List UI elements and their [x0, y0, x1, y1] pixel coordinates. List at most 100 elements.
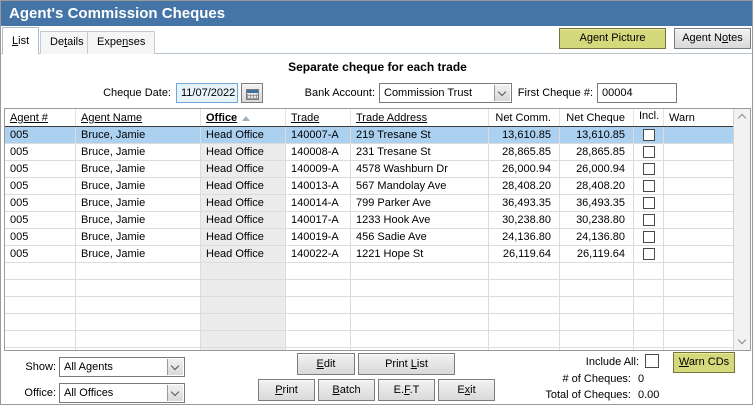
cheques-table: Agent # Agent Name Office Trade Trade Addres…: [4, 108, 751, 351]
show-select[interactable]: All Agents: [59, 357, 185, 377]
cell-agent: 005: [5, 246, 76, 262]
cell-net_comm: [489, 314, 560, 330]
cell-agent: 005: [5, 161, 76, 177]
cell-net_cheque: [560, 314, 634, 330]
cell-net_comm: [489, 348, 560, 350]
cell-trade: [286, 297, 351, 313]
exit-button[interactable]: Exit: [438, 379, 495, 401]
tab-list[interactable]: List: [2, 27, 40, 54]
vertical-scrollbar[interactable]: [733, 109, 750, 350]
scroll-down-button[interactable]: [734, 334, 750, 350]
cell-agent: 005: [5, 127, 76, 143]
cell-trade: [286, 263, 351, 279]
first-cheque-input[interactable]: 00004: [597, 83, 677, 103]
show-value: All Agents: [64, 361, 113, 373]
cell-net_comm: 36,493.35: [489, 195, 560, 211]
cheque-date-input[interactable]: 11/07/2022: [176, 83, 238, 103]
table-row[interactable]: 005 Bruce, Jamie Head Office 140019-A 456 Sa…: [5, 229, 733, 246]
office-filter-label: Office:: [24, 387, 56, 399]
cell-incl: [634, 314, 664, 330]
scroll-down-icon: [737, 335, 747, 345]
cell-agent: [5, 297, 76, 313]
column-header-trade[interactable]: Trade: [286, 109, 351, 126]
bank-account-dropdown-button[interactable]: [494, 85, 510, 101]
table-row[interactable]: 005 Bruce, Jamie Head Office 140013-A 567 Ma…: [5, 178, 733, 195]
bank-account-select[interactable]: Commission Trust: [379, 83, 512, 103]
edit-button[interactable]: Edit: [297, 353, 355, 375]
column-header-agent[interactable]: Agent #: [5, 109, 76, 126]
cell-net_comm: 28,865.85: [489, 144, 560, 160]
office-value: All Offices: [64, 387, 114, 399]
cell-name: [76, 263, 201, 279]
table-row[interactable]: 005 Bruce, Jamie Head Office 140008-A 231 Tr…: [5, 144, 733, 161]
cell-trade: [286, 314, 351, 330]
show-dropdown-button[interactable]: [167, 359, 183, 375]
cell-address: 799 Parker Ave: [351, 195, 489, 211]
cell-office: [201, 297, 286, 313]
table-row[interactable]: 005 Bruce, Jamie Head Office 140009-A 4578 W…: [5, 161, 733, 178]
cell-address: 456 Sadie Ave: [351, 229, 489, 245]
cell-incl: [634, 331, 664, 347]
cell-name: Bruce, Jamie: [76, 212, 201, 228]
chevron-down-icon: [170, 361, 180, 371]
incl-checkbox[interactable]: [643, 231, 655, 243]
cell-name: [76, 331, 201, 347]
warn-cds-button[interactable]: Warn CDs: [673, 352, 735, 373]
cell-agent: 005: [5, 144, 76, 160]
agent-notes-button[interactable]: Agent Notes: [674, 28, 751, 49]
agent-picture-button[interactable]: Agent Picture: [559, 28, 666, 49]
table-row[interactable]: 005 Bruce, Jamie Head Office 140014-A 799 Pa…: [5, 195, 733, 212]
empty-table-row: [5, 348, 733, 350]
empty-table-row: [5, 314, 733, 331]
cell-incl: [634, 263, 664, 279]
cell-agent: [5, 280, 76, 296]
cell-name: Bruce, Jamie: [76, 229, 201, 245]
cell-agent: [5, 348, 76, 350]
cell-address: 1221 Hope St: [351, 246, 489, 262]
include-all-checkbox[interactable]: [645, 354, 659, 368]
cell-name: Bruce, Jamie: [76, 161, 201, 177]
cell-incl: [634, 178, 664, 194]
cell-warn: [664, 195, 733, 211]
batch-button[interactable]: Batch: [318, 379, 375, 401]
cell-warn: [664, 348, 733, 350]
incl-checkbox[interactable]: [643, 197, 655, 209]
column-header-office[interactable]: Office: [201, 109, 286, 126]
print-button[interactable]: Print: [258, 379, 315, 401]
cell-address: 219 Tresane St: [351, 127, 489, 143]
incl-checkbox[interactable]: [643, 146, 655, 158]
sort-ascending-icon: [242, 116, 251, 121]
incl-checkbox[interactable]: [643, 129, 655, 141]
incl-checkbox[interactable]: [643, 163, 655, 175]
office-select[interactable]: All Offices: [59, 383, 185, 403]
cell-warn: [664, 280, 733, 296]
tab-details[interactable]: Details: [40, 31, 94, 54]
cell-net_comm: [489, 331, 560, 347]
cell-address: [351, 314, 489, 330]
print-list-button[interactable]: Print List: [358, 353, 455, 375]
cell-net_cheque: [560, 297, 634, 313]
column-header-name[interactable]: Agent Name: [76, 109, 201, 126]
cell-address: [351, 331, 489, 347]
eft-button[interactable]: E.F.T: [378, 379, 435, 401]
incl-checkbox[interactable]: [643, 180, 655, 192]
table-row[interactable]: 005 Bruce, Jamie Head Office 140022-A 1221 H…: [5, 246, 733, 263]
incl-checkbox[interactable]: [643, 214, 655, 226]
cell-trade: 140008-A: [286, 144, 351, 160]
cell-net_comm: 26,000.94: [489, 161, 560, 177]
cell-warn: [664, 127, 733, 143]
table-row[interactable]: 005 Bruce, Jamie Head Office 140017-A 1233 H…: [5, 212, 733, 229]
cell-incl: [634, 144, 664, 160]
empty-table-row: [5, 297, 733, 314]
cell-address: [351, 348, 489, 350]
office-dropdown-button[interactable]: [167, 385, 183, 401]
cell-office: Head Office: [201, 195, 286, 211]
table-row[interactable]: 005 Bruce, Jamie Head Office 140007-A 219 Tr…: [5, 127, 733, 144]
cell-trade: 140014-A: [286, 195, 351, 211]
calendar-button[interactable]: [241, 83, 263, 103]
column-header-address[interactable]: Trade Address: [351, 109, 489, 126]
incl-checkbox[interactable]: [643, 248, 655, 260]
tab-expenses[interactable]: Expenses: [87, 31, 156, 54]
cell-incl: [634, 297, 664, 313]
scroll-up-button[interactable]: [734, 109, 750, 125]
